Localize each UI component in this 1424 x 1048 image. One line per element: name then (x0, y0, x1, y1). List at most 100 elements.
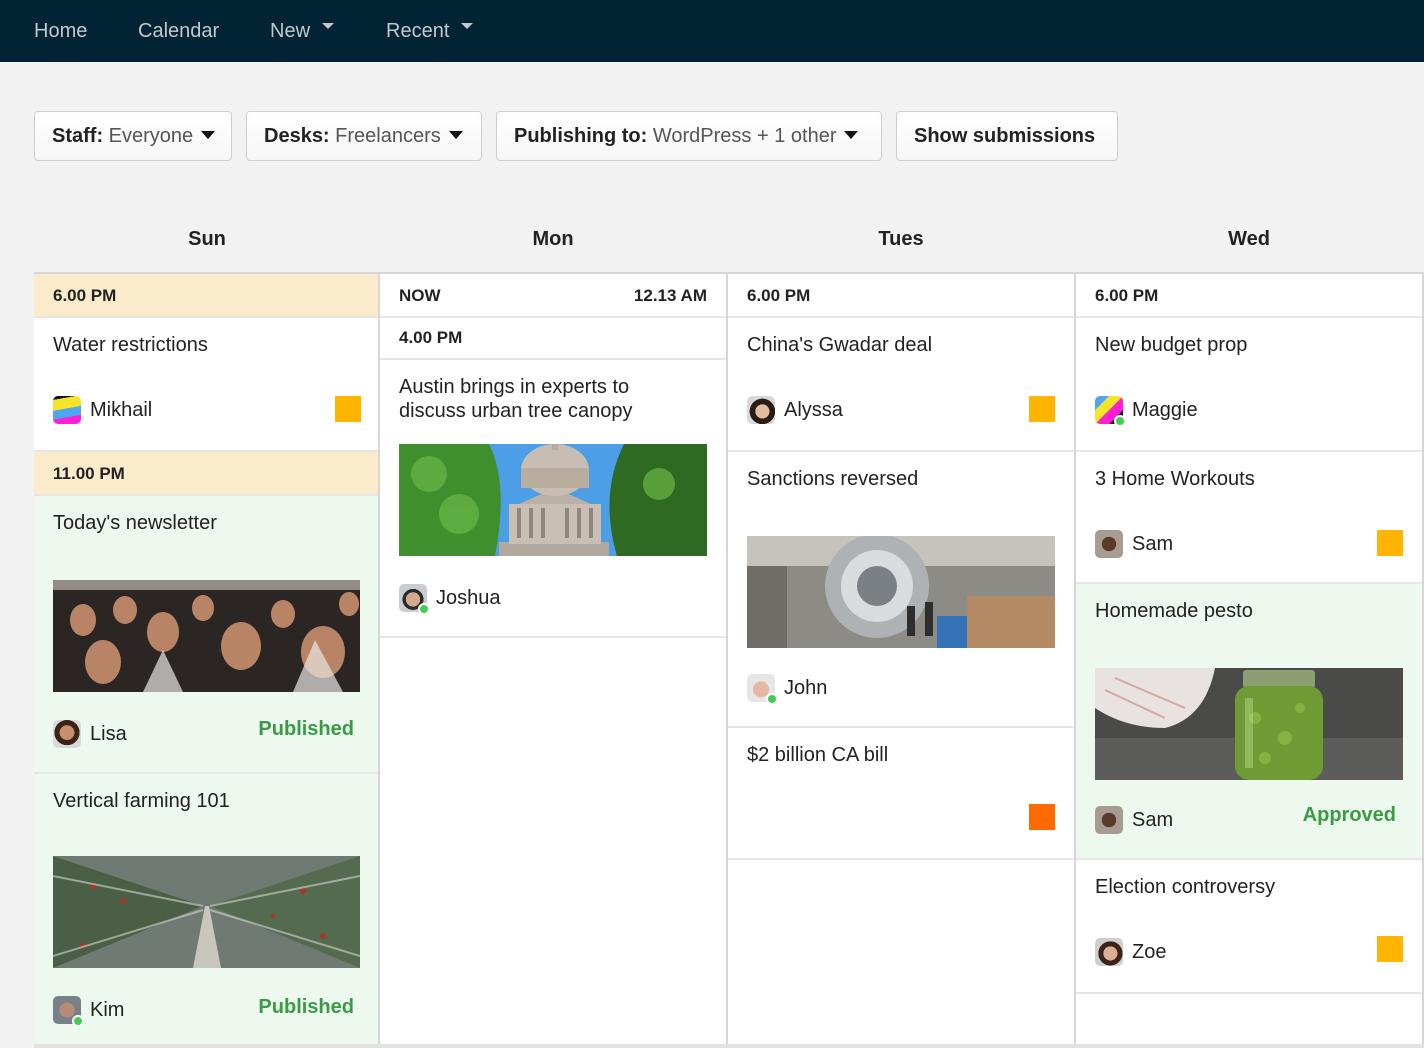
time-label: 4.00 PM (399, 328, 463, 347)
time-label: 11.00 PM (53, 464, 125, 483)
item-title: Election controversy (1095, 876, 1276, 898)
priority-badge-yellow (1377, 530, 1403, 556)
calendar-item[interactable]: Today's newsletter Lisa Published (34, 496, 380, 774)
calendar-item[interactable]: $2 billion CA bill (728, 728, 1074, 860)
calendar-item[interactable]: 3 Home Workouts Sam (1076, 452, 1422, 584)
time-slot-header: 6.00 PM (728, 274, 1074, 318)
day-column-sun: 6.00 PM Water restrictions Mikhail 11.00… (34, 272, 380, 1048)
person-photo-icon (1095, 806, 1123, 834)
day-header-sun: Sun (188, 228, 226, 250)
publishing-filter-dropdown[interactable]: Publishing to: WordPress + 1 other (496, 111, 882, 161)
avatar (1095, 396, 1126, 427)
online-status-icon (418, 603, 430, 615)
online-status-icon (766, 693, 778, 705)
item-author: Sam (1095, 530, 1173, 558)
author-name: John (784, 676, 828, 699)
capitol-building-image (399, 444, 707, 556)
striped-avatar-icon (53, 396, 81, 424)
calendar-item[interactable]: Vertical farming 101 Kim Published (34, 774, 380, 1048)
item-author: John (747, 674, 828, 705)
calendar-item[interactable]: Sanctions reversed John (728, 452, 1074, 728)
item-title: Homemade pesto (1095, 600, 1253, 622)
status-published: Published (258, 996, 354, 1018)
item-title: New budget prop (1095, 334, 1248, 356)
avatar (747, 396, 775, 424)
nav-new-dropdown[interactable]: New (270, 0, 335, 62)
time-label: 6.00 PM (747, 286, 811, 305)
avatar (1095, 806, 1123, 834)
item-title: Today's newsletter (53, 512, 217, 534)
caret-down-icon (201, 130, 216, 139)
author-name: Kim (90, 998, 125, 1021)
current-time: 12.13 AM (633, 286, 707, 305)
caret-down-icon (322, 22, 335, 29)
day-column-mon: NOW 12.13 AM 4.00 PM Austin brings in ex… (378, 272, 726, 1048)
desks-filter-dropdown[interactable]: Desks: Freelancers (246, 111, 482, 161)
nav-calendar-label: Calendar (138, 20, 220, 42)
nav-home[interactable]: Home (34, 0, 87, 62)
caret-down-icon (461, 22, 474, 29)
calendar-item[interactable]: Austin brings in experts to discuss urba… (380, 360, 726, 638)
time-label: 6.00 PM (1095, 286, 1159, 305)
top-navbar: Home Calendar New Recent (0, 0, 1424, 62)
calendar-item[interactable]: New budget prop Maggie (1076, 318, 1422, 452)
now-label: NOW (399, 286, 441, 305)
nav-recent-dropdown[interactable]: Recent (386, 0, 474, 62)
calendar-item[interactable]: Homemade pesto Sam Approved (1076, 584, 1422, 860)
caret-down-icon (448, 130, 463, 139)
publishing-filter-label: Publishing to: (514, 125, 648, 147)
priority-badge-yellow (335, 396, 361, 422)
avatar (1095, 530, 1123, 558)
item-title: Water restrictions (53, 334, 208, 356)
item-title: Vertical farming 101 (53, 790, 230, 812)
now-indicator: NOW 12.13 AM (380, 274, 726, 318)
calendar-item[interactable]: China's Gwadar deal Alyssa (728, 318, 1074, 452)
avatar (399, 584, 430, 615)
day-header-wed: Wed (1228, 228, 1270, 250)
caret-down-icon (844, 130, 859, 139)
day-column-wed: 6.00 PM New budget prop Maggie 3 Home Wo… (1074, 272, 1424, 1048)
time-label: 6.00 PM (53, 286, 117, 305)
calendar-item[interactable]: Election controversy Zoe (1076, 860, 1422, 994)
author-name: Lisa (90, 722, 127, 745)
nav-recent-label: Recent (386, 20, 450, 42)
desks-filter-label: Desks: (264, 125, 330, 147)
staff-filter-label: Staff: (52, 125, 104, 147)
nav-calendar[interactable]: Calendar (138, 0, 219, 62)
online-status-icon (1114, 415, 1126, 427)
person-photo-icon (1095, 530, 1123, 558)
staff-filter-dropdown[interactable]: Staff: Everyone (34, 111, 232, 161)
item-title: Sanctions reversed (747, 468, 919, 490)
person-photo-icon (747, 396, 775, 424)
avatar (1095, 938, 1123, 966)
nav-new-label: New (270, 20, 311, 42)
avatar (53, 720, 81, 748)
nav-home-label: Home (34, 20, 88, 42)
concert-crowd-image (53, 580, 360, 692)
greenhouse-image (53, 856, 360, 968)
day-header-mon: Mon (532, 228, 574, 250)
time-slot-header: 11.00 PM (34, 452, 380, 496)
time-slot-header: 4.00 PM (380, 316, 726, 360)
item-author: Kim (53, 996, 125, 1027)
calendar-item[interactable]: Water restrictions Mikhail (34, 318, 380, 452)
item-title: $2 billion CA bill (747, 744, 889, 766)
item-title: Austin brings in experts to discuss urba… (399, 376, 633, 422)
item-title: China's Gwadar deal (747, 334, 933, 356)
item-author: Lisa (53, 720, 127, 748)
item-author: Sam (1095, 806, 1173, 834)
desks-filter-value: Freelancers (335, 125, 441, 147)
status-approved: Approved (1302, 804, 1396, 826)
show-submissions-button[interactable]: Show submissions (896, 111, 1118, 161)
day-header-tues: Tues (878, 228, 924, 250)
author-name: Zoe (1132, 940, 1167, 963)
author-name: Sam (1132, 532, 1174, 555)
publishing-filter-value: WordPress + 1 other (652, 125, 837, 147)
time-slot-header: 6.00 PM (34, 274, 380, 318)
priority-badge-orange (1029, 804, 1055, 830)
staff-filter-value: Everyone (108, 125, 194, 147)
item-author: Zoe (1095, 938, 1166, 966)
calendar-bottom-border (34, 1044, 1424, 1048)
online-status-icon (72, 1015, 84, 1027)
avatar (747, 674, 778, 705)
